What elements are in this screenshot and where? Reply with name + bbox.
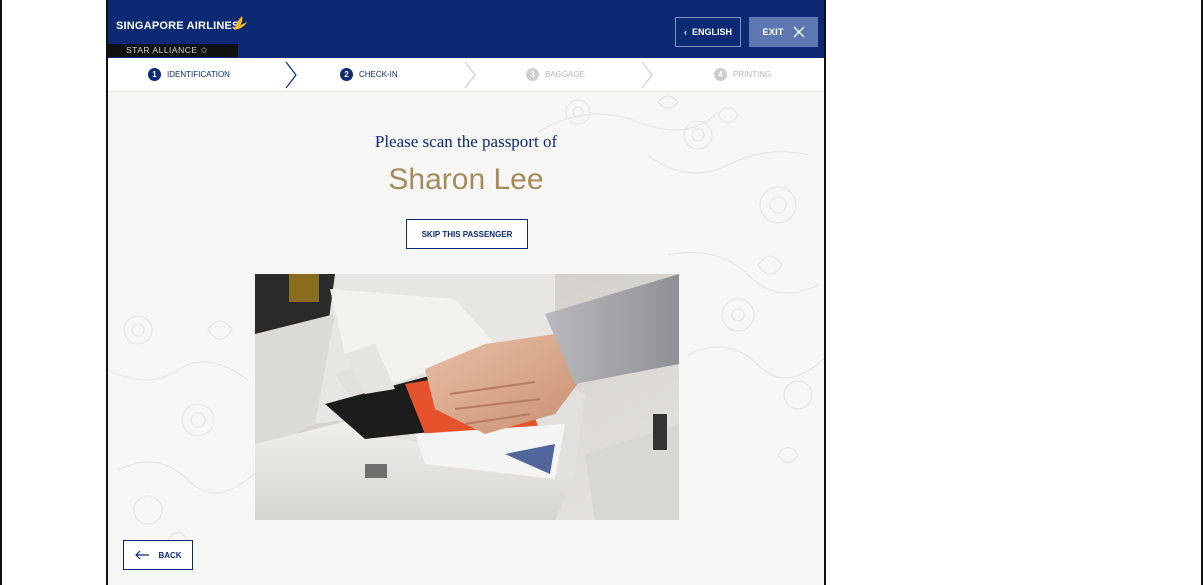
step-identification: 1 IDENTIFICATION xyxy=(148,68,230,81)
kiosk-screen: SINGAPORE AIRLINES STAR ALLIANCE ✩ ‹ ENG… xyxy=(106,0,826,585)
step-check-in: 2 CHECK-IN xyxy=(340,68,398,81)
step-chevron-icon xyxy=(285,61,297,89)
star-alliance-badge: STAR ALLIANCE ✩ xyxy=(108,44,238,57)
step-label: PRINTING xyxy=(733,70,772,79)
exit-button[interactable]: EXIT xyxy=(749,17,818,47)
exit-label: EXIT xyxy=(762,26,784,38)
header-bar: SINGAPORE AIRLINES STAR ALLIANCE ✩ ‹ ENG… xyxy=(108,0,824,58)
brand-logo-text: SINGAPORE AIRLINES xyxy=(116,20,240,32)
step-number: 3 xyxy=(526,68,539,81)
step-baggage: 3 BAGGAGE xyxy=(526,68,585,81)
step-number: 1 xyxy=(148,68,161,81)
language-button[interactable]: ‹ ENGLISH xyxy=(675,17,741,47)
passport-scanning-photo xyxy=(255,274,679,520)
step-label: IDENTIFICATION xyxy=(167,70,230,79)
step-chevron-icon xyxy=(464,61,476,89)
scan-prompt: Please scan the passport of xyxy=(374,132,558,151)
step-number: 2 xyxy=(340,68,353,81)
close-icon xyxy=(793,26,805,38)
passenger-name: Sharon Lee xyxy=(388,163,544,196)
arrow-left-icon xyxy=(135,550,150,560)
step-chevron-icon xyxy=(641,61,653,89)
progress-steps: 1 IDENTIFICATION 2 CHECK-IN 3 BAGGAGE 4 … xyxy=(108,58,824,92)
back-label: BACK xyxy=(158,550,182,560)
left-divider-line xyxy=(0,0,2,585)
skip-passenger-button[interactable]: SKIP THIS PASSENGER xyxy=(406,219,528,249)
chevron-left-icon: ‹ xyxy=(683,27,687,37)
back-button[interactable]: BACK xyxy=(123,540,193,570)
step-label: CHECK-IN xyxy=(359,70,398,79)
language-label: ENGLISH xyxy=(691,27,732,37)
step-printing: 4 PRINTING xyxy=(714,68,771,81)
step-label: BAGGAGE xyxy=(545,70,586,79)
step-number: 4 xyxy=(714,68,727,81)
singapore-airlines-bird-icon xyxy=(234,16,247,30)
